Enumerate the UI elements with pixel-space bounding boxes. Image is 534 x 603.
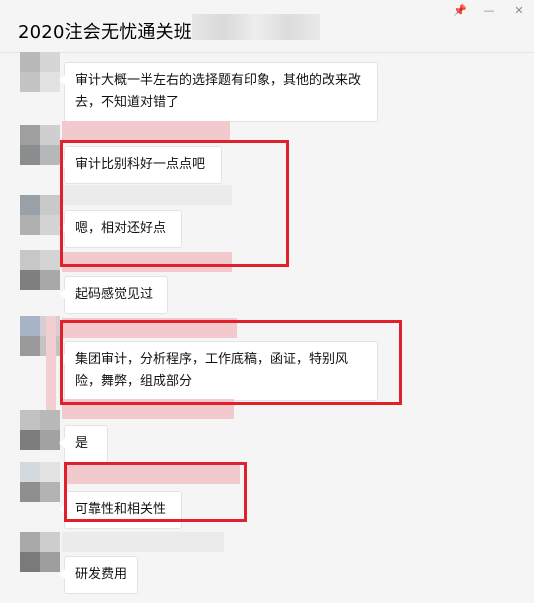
- blurred-sender-name: [62, 185, 232, 205]
- avatar[interactable]: [20, 462, 60, 502]
- minimize-icon[interactable]: —: [480, 2, 498, 18]
- avatar[interactable]: [20, 195, 60, 235]
- blurred-sender-name: [62, 121, 230, 141]
- message-bubble[interactable]: 审计大概一半左右的选择题有印象，其他的改来改去，不知道对错了: [59, 62, 378, 122]
- avatar[interactable]: [20, 410, 60, 450]
- blurred-sender-name: [62, 399, 234, 419]
- close-icon[interactable]: ✕: [510, 2, 528, 18]
- blurred-sender-name: [62, 532, 224, 552]
- chat-header: 2020注会无忧通关班 📌 — ✕: [0, 0, 534, 53]
- message-bubble[interactable]: 集团审计，分析程序，工作底稿，函证，特别风险，舞弊，组成部分: [59, 341, 378, 401]
- blurred-title-suffix: [192, 14, 320, 40]
- message-bubble[interactable]: 研发费用: [59, 556, 138, 594]
- blurred-sender-name: [62, 252, 232, 272]
- message-bubble[interactable]: 可靠性和相关性: [59, 491, 182, 529]
- blurred-strip: [46, 316, 56, 412]
- message-bubble[interactable]: 审计比别科好一点点吧: [59, 146, 222, 184]
- blurred-sender-name: [66, 464, 240, 484]
- avatar[interactable]: [20, 125, 60, 165]
- avatar[interactable]: [20, 532, 60, 572]
- chat-title: 2020注会无忧通关班: [18, 22, 193, 43]
- blurred-sender-name: [62, 318, 237, 338]
- avatar[interactable]: [20, 250, 60, 290]
- avatar[interactable]: [20, 52, 60, 92]
- message-bubble[interactable]: 是: [59, 425, 108, 463]
- message-bubble[interactable]: 嗯，相对还好点: [59, 210, 182, 248]
- message-bubble[interactable]: 起码感觉见过: [59, 276, 168, 314]
- pin-icon[interactable]: 📌: [451, 2, 469, 18]
